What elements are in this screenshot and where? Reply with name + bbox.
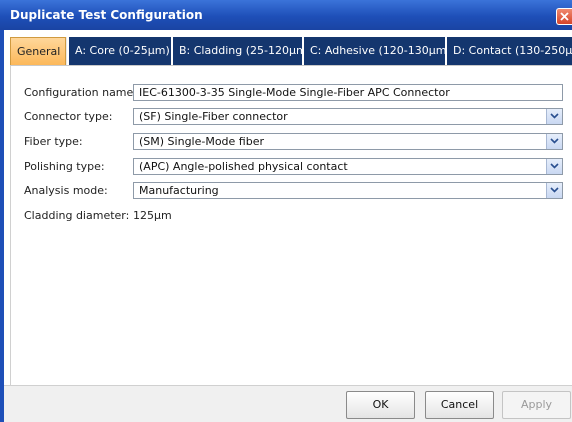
tab-label: C: Adhesive (120-130µm) (310, 44, 445, 57)
polishing-type-label: Polishing type: (24, 160, 105, 173)
chevron-down-icon[interactable] (546, 134, 562, 149)
tab-bar: General A: Core (0-25µm) B: Cladding (25… (10, 37, 572, 65)
tab-core[interactable]: A: Core (0-25µm) (67, 37, 171, 65)
tab-contact[interactable]: D: Contact (130-250µm) (445, 37, 572, 65)
chevron-down-icon[interactable] (546, 159, 562, 174)
cladding-diameter-label: Cladding diameter: (24, 209, 130, 222)
configuration-name-value: IEC-61300-3-35 Single-Mode Single-Fiber … (139, 86, 450, 99)
ok-button[interactable]: OK (346, 391, 415, 419)
close-icon (560, 12, 569, 21)
cancel-button[interactable]: Cancel (425, 391, 494, 419)
tab-general[interactable]: General (10, 37, 66, 65)
analysis-mode-value: Manufacturing (139, 184, 219, 197)
chevron-down-icon[interactable] (546, 183, 562, 198)
close-button[interactable] (556, 8, 572, 25)
tab-label: B: Cladding (25-120µm) (179, 44, 302, 57)
configuration-name-field[interactable]: IEC-61300-3-35 Single-Mode Single-Fiber … (133, 84, 563, 101)
connector-type-label: Connector type: (24, 110, 113, 123)
fiber-type-value: (SM) Single-Mode fiber (139, 135, 265, 148)
connector-type-value: (SF) Single-Fiber connector (139, 110, 288, 123)
fiber-type-label: Fiber type: (24, 135, 83, 148)
tab-label: D: Contact (130-250µm) (453, 44, 572, 57)
tab-cladding[interactable]: B: Cladding (25-120µm) (171, 37, 302, 65)
chevron-down-icon[interactable] (546, 109, 562, 124)
dialog-window: Duplicate Test Configuration General A: … (0, 0, 572, 422)
cladding-diameter-value: 125µm (133, 209, 172, 222)
polishing-type-select[interactable]: (APC) Angle-polished physical contact (133, 158, 563, 175)
polishing-type-value: (APC) Angle-polished physical contact (139, 160, 348, 173)
tab-label: A: Core (0-25µm) (75, 44, 170, 57)
connector-type-select[interactable]: (SF) Single-Fiber connector (133, 108, 563, 125)
fiber-type-select[interactable]: (SM) Single-Mode fiber (133, 133, 563, 150)
tab-adhesive[interactable]: C: Adhesive (120-130µm) (302, 37, 445, 65)
title-bar[interactable]: Duplicate Test Configuration (0, 0, 572, 30)
configuration-name-label: Configuration name: (24, 86, 137, 99)
dialog-title: Duplicate Test Configuration (10, 8, 203, 22)
tab-label: General (17, 45, 61, 58)
analysis-mode-select[interactable]: Manufacturing (133, 182, 563, 199)
apply-button[interactable]: Apply (502, 391, 571, 419)
analysis-mode-label: Analysis mode: (24, 184, 108, 197)
